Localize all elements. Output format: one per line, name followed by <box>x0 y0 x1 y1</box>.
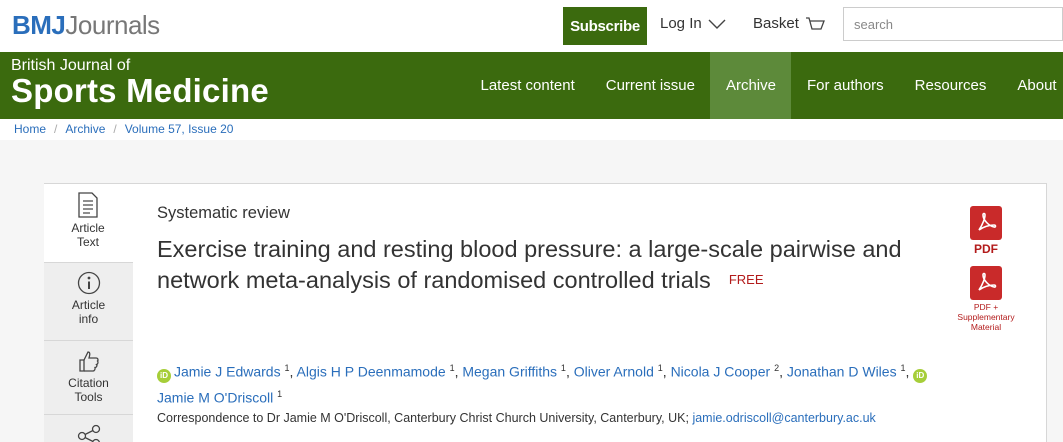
correspondence: Correspondence to Dr Jamie M O'Driscoll,… <box>157 411 876 425</box>
login-menu[interactable]: Log In <box>660 15 726 32</box>
tab-label: Citation <box>68 376 109 390</box>
pdf-supplementary-link[interactable]: PDF + Supplementary Material <box>954 266 1018 332</box>
author-separator: , <box>289 363 297 380</box>
search-input[interactable] <box>843 7 1063 41</box>
breadcrumb-issue[interactable]: Volume 57, Issue 20 <box>125 122 234 136</box>
tab-label: Text <box>76 235 99 249</box>
document-icon <box>78 192 98 218</box>
author-separator: , <box>779 363 787 380</box>
nav-archive[interactable]: Archive <box>710 52 792 119</box>
main-nav: Latest content Current issue Archive For… <box>465 52 1063 119</box>
chevron-down-icon <box>708 19 726 29</box>
pdf-download-link[interactable]: PDF <box>954 206 1018 256</box>
orcid-icon[interactable]: iD <box>157 368 171 383</box>
info-icon <box>77 271 100 295</box>
logo-bmj-text: BMJ <box>12 10 66 40</box>
pdf-icon <box>970 266 1002 300</box>
pdf-supp-label: PDF + <box>973 302 999 312</box>
pdf-icon <box>970 206 1002 240</box>
tab-label: info <box>78 312 99 326</box>
tab-article-text[interactable]: Article Text <box>44 184 133 262</box>
author-list: iD Jamie J Edwards 1, Algis H P Deenmamod… <box>157 357 977 408</box>
logo-journals-text: Journals <box>65 10 160 40</box>
correspondence-text: Correspondence to Dr Jamie M O'Driscoll,… <box>157 411 689 425</box>
breadcrumb: Home / Archive / Volume 57, Issue 20 <box>14 122 233 136</box>
thumbs-up-icon <box>78 351 99 372</box>
article-title: Exercise training and resting blood pres… <box>157 234 957 297</box>
author-link[interactable]: Nicola J Cooper <box>671 364 771 380</box>
subscribe-button[interactable]: Subscribe <box>563 7 647 45</box>
basket-icon <box>805 16 825 30</box>
author-separator: , <box>905 363 914 380</box>
breadcrumb-separator: / <box>113 122 117 136</box>
breadcrumb-archive[interactable]: Archive <box>65 122 105 136</box>
author-separator: , <box>662 363 671 380</box>
article-title-text: Exercise training and resting blood pres… <box>157 236 902 293</box>
tab-citation-tools[interactable]: Citation Tools <box>44 340 133 414</box>
author-link[interactable]: Megan Griffiths <box>462 364 557 380</box>
tab-label: Article <box>71 221 105 235</box>
nav-for-authors[interactable]: For authors <box>791 52 899 119</box>
free-badge: FREE <box>728 272 764 288</box>
nav-resources[interactable]: Resources <box>899 52 1002 119</box>
author-link[interactable]: Jamie M O'Driscoll <box>157 389 273 405</box>
correspondence-email-link[interactable]: jamie.odriscoll@canterbury.ac.uk <box>692 411 875 425</box>
affiliation-marker[interactable]: 1 <box>277 389 282 399</box>
nav-about[interactable]: About <box>1002 52 1063 119</box>
top-bar: BMJJournals Subscribe Log In Basket <box>0 0 1063 52</box>
author-link[interactable]: Algis H P Deenmamode <box>297 364 446 380</box>
pdf-label: PDF <box>974 242 998 256</box>
article-type: Systematic review <box>157 204 290 222</box>
pdf-supp-label: Supplementary <box>957 312 1015 322</box>
journal-nav-bar: British Journal of Sports Medicine Lates… <box>0 52 1063 119</box>
nav-latest-content[interactable]: Latest content <box>465 52 590 119</box>
breadcrumb-separator: / <box>54 122 58 136</box>
author-link[interactable]: Jamie J Edwards <box>174 364 281 380</box>
journal-title[interactable]: Sports Medicine <box>11 72 269 110</box>
tab-article-info[interactable]: Article info <box>44 262 133 340</box>
author-link[interactable]: Jonathan D Wiles <box>787 364 897 380</box>
tab-label: Article <box>71 298 106 312</box>
author-link[interactable]: Oliver Arnold <box>574 364 654 380</box>
nav-current-issue[interactable]: Current issue <box>590 52 710 119</box>
pdf-supp-label: Material <box>970 322 1002 332</box>
basket-label: Basket <box>753 15 799 32</box>
breadcrumb-home[interactable]: Home <box>14 122 46 136</box>
share-icon <box>77 424 100 442</box>
orcid-icon[interactable]: iD <box>913 368 928 383</box>
author-separator: , <box>565 363 574 380</box>
tab-share[interactable] <box>44 414 133 442</box>
tab-label: Tools <box>74 390 103 404</box>
basket-link[interactable]: Basket <box>753 15 825 32</box>
login-label: Log In <box>660 15 702 32</box>
bmj-journals-logo[interactable]: BMJJournals <box>12 10 160 41</box>
